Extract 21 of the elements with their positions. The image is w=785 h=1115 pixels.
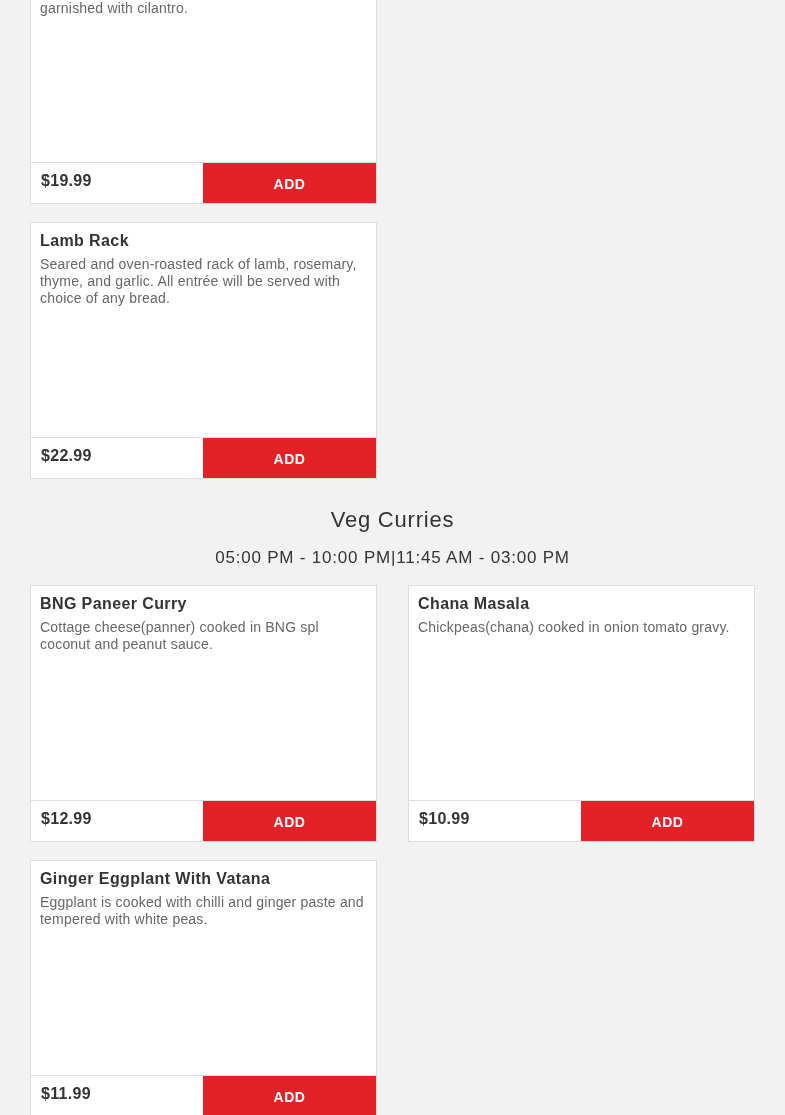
- item-description: Seared and oven-roasted rack of lamb, rosemary, thyme, and garlic. All entrée will be served with choice of any bread.: [40, 256, 358, 307]
- item-price: $12.99: [40, 809, 93, 829]
- item-name: BNG Paneer Curry: [40, 594, 188, 614]
- add-button[interactable]: ADD: [203, 801, 376, 841]
- item-price: $19.99: [40, 171, 93, 191]
- item-price: $22.99: [40, 446, 93, 466]
- add-button[interactable]: ADD: [203, 163, 376, 203]
- item-description: Eggplant is cooked with chilli and ginger paste and tempered with white peas.: [40, 894, 365, 928]
- add-button[interactable]: ADD: [203, 438, 376, 478]
- item-description: garnished with cilantro.: [40, 0, 189, 17]
- add-button[interactable]: ADD: [581, 801, 754, 841]
- item-description: Chickpeas(chana) cooked in onion tomato gravy.: [418, 619, 731, 636]
- add-button[interactable]: ADD: [203, 1076, 376, 1115]
- opening-hours: 05:00 PM - 10:00 PM|11:45 AM - 03:00 PM: [214, 547, 571, 569]
- item-price: $11.99: [40, 1084, 92, 1104]
- item-name: Ginger Eggplant With Vatana: [40, 869, 272, 889]
- item-name: Lamb Rack: [40, 231, 130, 251]
- item-price: $10.99: [418, 809, 471, 829]
- item-description: Cottage cheese(panner) cooked in BNG spl coconut and peanut sauce.: [40, 619, 320, 653]
- item-name: Chana Masala: [418, 594, 531, 614]
- section-title: Veg Curries: [329, 507, 456, 533]
